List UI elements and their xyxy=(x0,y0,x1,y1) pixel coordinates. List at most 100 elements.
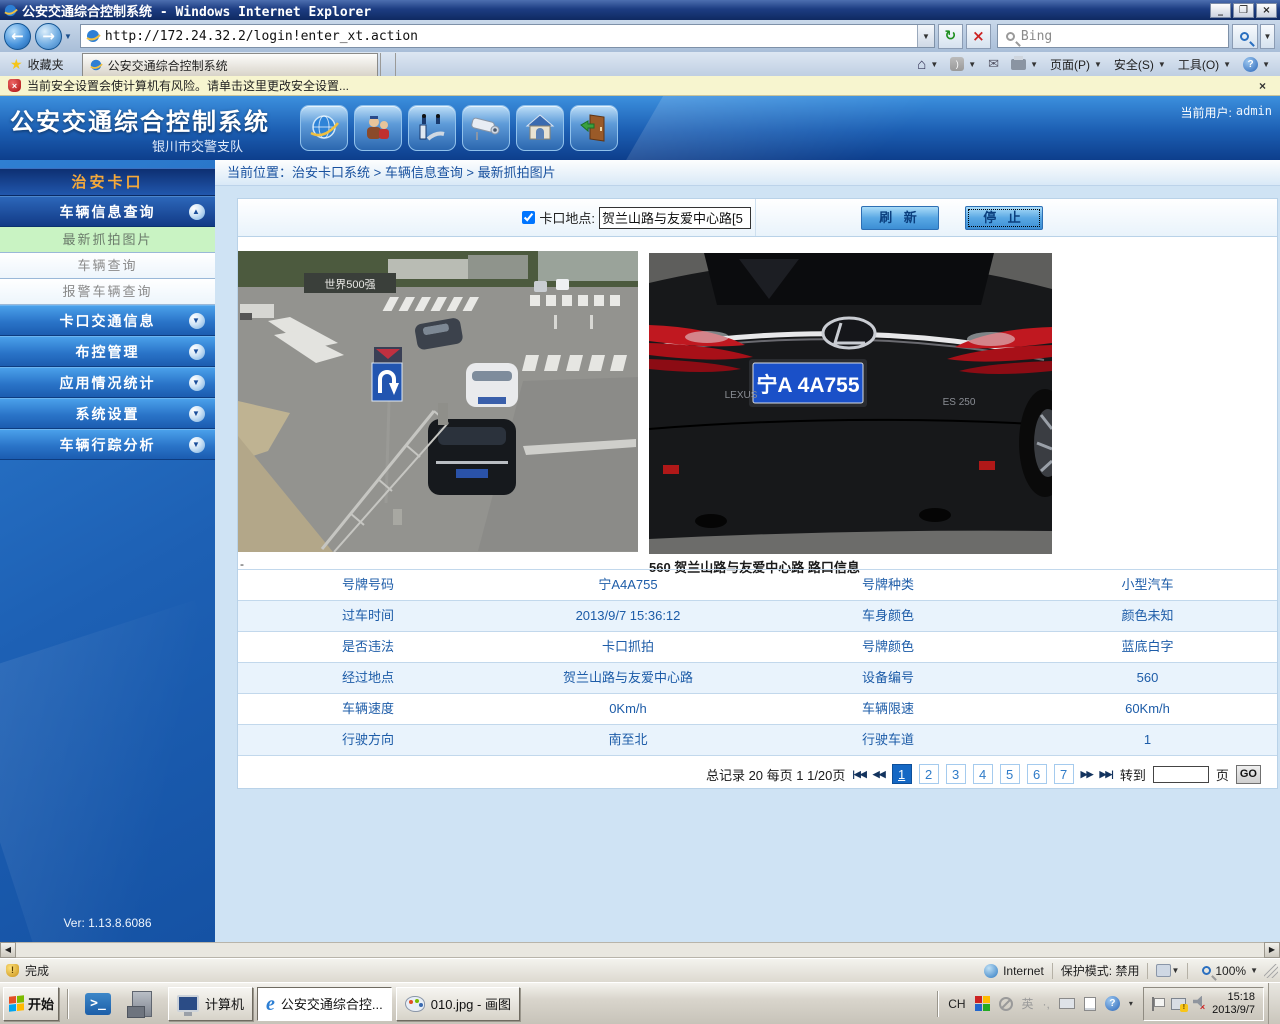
sidebar-item-alarm-vehicle-query[interactable]: 报警车辆查询 xyxy=(0,279,215,305)
home-dropdown-icon[interactable]: ▼ xyxy=(930,60,938,69)
sidebar-item-control-management[interactable]: 布控管理 ▼ xyxy=(0,336,215,367)
rss-icon[interactable]: ) xyxy=(950,57,964,71)
security-warning-text[interactable]: 当前安全设置会使计算机有风险。请单击这里更改安全设置... xyxy=(27,77,349,94)
checkpoint-button[interactable] xyxy=(408,105,456,151)
taskbar-button-paint[interactable]: 010.jpg - 画图 xyxy=(396,987,520,1021)
chevron-down-icon[interactable]: ▼ xyxy=(189,437,205,453)
stop-button[interactable]: × xyxy=(966,24,991,49)
show-desktop-button[interactable] xyxy=(1268,983,1280,1024)
back-button[interactable]: ← xyxy=(4,23,31,50)
ime-help-icon[interactable]: ? xyxy=(1105,996,1120,1011)
start-button[interactable]: 开始 xyxy=(3,987,59,1021)
horizontal-scrollbar[interactable]: ◀ ▶ xyxy=(0,942,1280,958)
status-page-dropdown-icon[interactable]: ▼ xyxy=(1171,966,1179,975)
no-entry-icon[interactable] xyxy=(999,997,1013,1011)
language-bar-options-icon[interactable]: ▾ xyxy=(1129,999,1133,1008)
tray-clock[interactable]: 15:18 2013/9/7 xyxy=(1212,991,1255,1017)
sidebar-item-system-settings[interactable]: 系统设置 ▼ xyxy=(0,398,215,429)
chevron-down-icon[interactable]: ▼ xyxy=(189,344,205,360)
browser-tab[interactable]: 公安交通综合控制系统 xyxy=(82,53,378,76)
security-warning-bar[interactable]: × 当前安全设置会使计算机有风险。请单击这里更改安全设置... × xyxy=(0,76,1280,96)
close-button[interactable]: × xyxy=(1256,3,1277,18)
history-dropdown-icon[interactable]: ▼ xyxy=(64,32,72,41)
warning-close-icon[interactable]: × xyxy=(1259,79,1272,93)
menu-security[interactable]: 安全(S) xyxy=(1114,56,1154,73)
refresh-data-button[interactable]: 刷 新 xyxy=(861,206,939,230)
prev-page-icon[interactable]: ◀◀ xyxy=(873,769,885,780)
chevron-up-icon[interactable]: ▲ xyxy=(189,204,205,220)
menu-page[interactable]: 页面(P) xyxy=(1050,56,1090,73)
search-options-icon[interactable]: ▼ xyxy=(1260,24,1275,49)
zoom-control[interactable]: 100% ▼ xyxy=(1196,964,1264,978)
sidebar-item-vehicle-tracking[interactable]: 车辆行踪分析 ▼ xyxy=(0,429,215,460)
sidebar-item-vehicle-query[interactable]: 车辆查询 xyxy=(0,253,215,279)
server-manager-launcher[interactable] xyxy=(126,988,158,1020)
menu-tools[interactable]: 工具(O) xyxy=(1178,56,1219,73)
goto-page-input[interactable] xyxy=(1153,766,1209,783)
sidebar-group-vehicle-info[interactable]: 车辆信息查询 ▲ xyxy=(0,196,215,227)
chevron-down-icon[interactable]: ▼ xyxy=(189,406,205,422)
page-number[interactable]: 7 xyxy=(1054,764,1074,784)
chevron-down-icon[interactable]: ▼ xyxy=(189,313,205,329)
cell-label: 设备编号 xyxy=(758,663,1018,693)
address-field[interactable]: ▼ xyxy=(80,24,935,48)
help-icon[interactable]: ? xyxy=(1243,57,1258,72)
taskbar-button-ie[interactable]: e 公安交通综合控... xyxy=(257,987,392,1021)
location-input[interactable] xyxy=(599,207,751,229)
search-go-button[interactable] xyxy=(1232,24,1258,49)
chevron-down-icon[interactable]: ▼ xyxy=(189,375,205,391)
network-warning-icon[interactable] xyxy=(1171,998,1186,1010)
page-number[interactable]: 3 xyxy=(946,764,966,784)
page-number[interactable]: 2 xyxy=(919,764,939,784)
refresh-button[interactable]: ↻ xyxy=(938,24,963,49)
sidebar-item-checkpoint-traffic[interactable]: 卡口交通信息 ▼ xyxy=(0,305,215,336)
restore-button[interactable]: ❐ xyxy=(1233,3,1254,18)
camera-button[interactable] xyxy=(462,105,510,151)
home-icon[interactable]: ⌂ xyxy=(917,56,926,73)
stop-data-button[interactable]: 停 止 xyxy=(965,206,1043,230)
url-input[interactable] xyxy=(105,29,917,44)
forward-button[interactable]: → xyxy=(35,23,62,50)
ime-menu-icon[interactable] xyxy=(1084,997,1096,1011)
page-number[interactable]: 5 xyxy=(1000,764,1020,784)
network-globe-button[interactable] xyxy=(300,105,348,151)
scroll-left-icon[interactable]: ◀ xyxy=(0,942,16,958)
scroll-right-icon[interactable]: ▶ xyxy=(1264,942,1280,958)
page-number[interactable]: 6 xyxy=(1027,764,1047,784)
exit-button[interactable] xyxy=(570,105,618,151)
sidebar-item-latest-captures[interactable]: 最新抓拍图片 xyxy=(0,227,215,253)
page-number-current[interactable]: 1 xyxy=(892,764,912,784)
action-center-flag-icon[interactable] xyxy=(1152,997,1164,1011)
rss-dropdown-icon[interactable]: ▼ xyxy=(968,60,976,69)
status-page-icon[interactable] xyxy=(1156,964,1171,977)
mail-icon[interactable]: ✉ xyxy=(988,56,999,72)
zoom-dropdown-icon[interactable]: ▼ xyxy=(1250,966,1258,975)
volume-muted-icon[interactable]: × xyxy=(1193,996,1205,1012)
cell-value: 颜色未知 xyxy=(1018,601,1277,631)
search-box[interactable]: Bing xyxy=(997,24,1229,48)
print-icon[interactable] xyxy=(1011,59,1026,70)
soft-keyboard-icon[interactable] xyxy=(1059,998,1075,1009)
ime-icon[interactable] xyxy=(975,996,990,1011)
sidebar-item-usage-statistics[interactable]: 应用情况统计 ▼ xyxy=(0,367,215,398)
scrollbar-track[interactable] xyxy=(16,942,1264,958)
page-number[interactable]: 4 xyxy=(973,764,993,784)
punctuation-icon[interactable]: ·, xyxy=(1043,997,1050,1011)
next-page-icon[interactable]: ▶▶ xyxy=(1081,769,1093,780)
taskbar-button-computer[interactable]: 计算机 xyxy=(168,987,253,1021)
lang-ch-indicator[interactable]: CH xyxy=(948,997,965,1011)
go-button[interactable]: GO xyxy=(1236,765,1261,784)
favorites-star-icon[interactable]: ★ xyxy=(10,56,23,73)
home-page-button[interactable] xyxy=(516,105,564,151)
favorites-label[interactable]: 收藏夹 xyxy=(28,56,64,73)
print-dropdown-icon[interactable]: ▼ xyxy=(1030,60,1038,69)
officer-button[interactable] xyxy=(354,105,402,151)
location-checkbox[interactable] xyxy=(522,211,535,224)
first-page-icon[interactable]: |◀◀ xyxy=(852,769,865,780)
last-page-icon[interactable]: ▶▶| xyxy=(1099,769,1112,780)
lang-en-indicator[interactable]: 英 xyxy=(1022,995,1034,1012)
new-tab-stub[interactable] xyxy=(380,53,396,76)
url-dropdown-icon[interactable]: ▼ xyxy=(917,25,934,47)
powershell-launcher[interactable]: >_ xyxy=(82,988,114,1020)
minimize-button[interactable]: _ xyxy=(1210,3,1231,18)
